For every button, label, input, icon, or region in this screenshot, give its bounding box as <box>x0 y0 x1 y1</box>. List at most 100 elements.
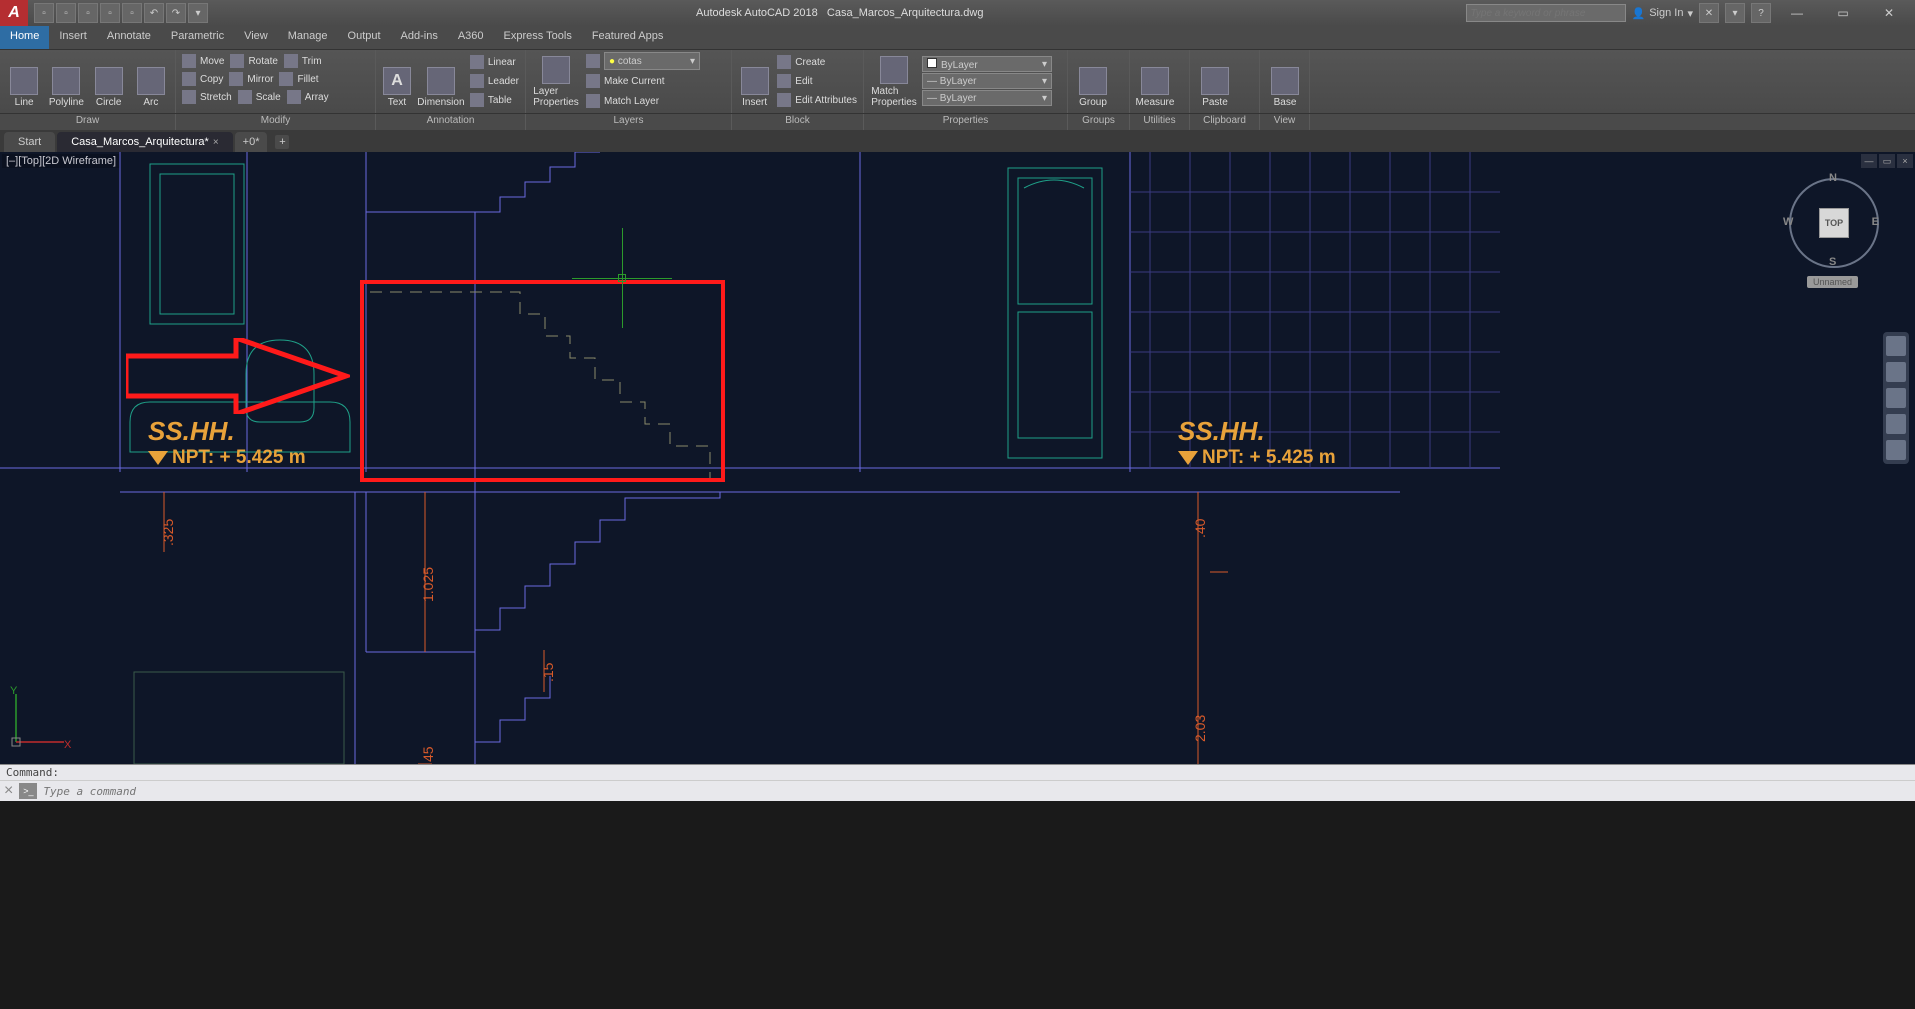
layers-icon <box>542 56 570 84</box>
viewcube-n[interactable]: N <box>1829 172 1837 184</box>
tab-manage[interactable]: Manage <box>278 26 338 49</box>
vp-maximize-icon[interactable]: ▭ <box>1879 154 1895 168</box>
color-dropdown[interactable]: ByLayer▾ <box>922 56 1052 72</box>
base-button[interactable]: Base <box>1264 52 1306 110</box>
search-input[interactable] <box>1466 4 1626 22</box>
array-button[interactable]: Array <box>285 88 331 106</box>
tab-a360[interactable]: A360 <box>448 26 494 49</box>
drawing-area[interactable]: [–][Top][2D Wireframe] — ▭ × <box>0 152 1915 764</box>
edit-block-button[interactable]: Edit <box>775 72 859 90</box>
tab-featured-apps[interactable]: Featured Apps <box>582 26 674 49</box>
maximize-button[interactable]: ▭ <box>1823 3 1863 23</box>
cart-icon[interactable]: ▾ <box>1725 3 1745 23</box>
qat-open-icon[interactable]: ▫ <box>56 3 76 23</box>
qat-plot-icon[interactable]: ▫ <box>122 3 142 23</box>
trim-button[interactable]: Trim <box>282 52 324 70</box>
orbit-icon[interactable] <box>1886 414 1906 434</box>
line-button[interactable]: Line <box>4 52 44 110</box>
steering-wheel-icon[interactable] <box>1886 336 1906 356</box>
stretch-button[interactable]: Stretch <box>180 88 234 106</box>
viewcube[interactable]: TOP N S E W Unnamed <box>1781 170 1881 270</box>
linear-button[interactable]: Linear <box>468 53 521 71</box>
match-properties-button[interactable]: MatchProperties <box>868 52 920 110</box>
tab-express-tools[interactable]: Express Tools <box>494 26 582 49</box>
quick-access-toolbar: ▫ ▫ ▫ ▫ ▫ ↶ ↷ ▾ <box>28 3 214 23</box>
viewcube-w[interactable]: W <box>1783 216 1793 228</box>
text-button[interactable]: AText <box>380 52 414 110</box>
fillet-icon <box>279 72 293 86</box>
filetab-start[interactable]: Start <box>4 132 55 152</box>
command-close-icon[interactable]: × <box>4 782 13 800</box>
qat-more-icon[interactable]: ▾ <box>188 3 208 23</box>
linetype-dropdown[interactable]: — ByLayer▾ <box>922 90 1052 106</box>
copy-button[interactable]: Copy <box>180 70 225 88</box>
tab-annotate[interactable]: Annotate <box>97 26 161 49</box>
tab-output[interactable]: Output <box>338 26 391 49</box>
create-block-button[interactable]: Create <box>775 53 859 71</box>
new-tab-button[interactable]: + <box>275 135 289 149</box>
leader-button[interactable]: Leader <box>468 72 521 90</box>
tab-addins[interactable]: Add-ins <box>391 26 448 49</box>
lineweight-dropdown[interactable]: — ByLayer▾ <box>922 73 1052 89</box>
showmotion-icon[interactable] <box>1886 440 1906 460</box>
annotation-rect <box>360 280 725 482</box>
trim-icon <box>284 54 298 68</box>
signin-button[interactable]: 👤 Sign In ▾ <box>1632 7 1693 20</box>
viewcube-s[interactable]: S <box>1829 256 1836 268</box>
tab-parametric[interactable]: Parametric <box>161 26 234 49</box>
move-button[interactable]: Move <box>180 52 226 70</box>
paste-button[interactable]: Paste <box>1194 52 1236 110</box>
dimension-text: .15 <box>540 663 556 682</box>
filetab-extra[interactable]: +0* <box>235 132 268 152</box>
make-current-button[interactable]: Make Current <box>584 72 700 90</box>
tab-insert[interactable]: Insert <box>49 26 97 49</box>
text-icon: A <box>383 67 411 95</box>
linear-icon <box>470 55 484 69</box>
rotate-button[interactable]: Rotate <box>228 52 279 70</box>
qat-undo-icon[interactable]: ↶ <box>144 3 164 23</box>
qat-save-icon[interactable]: ▫ <box>78 3 98 23</box>
insert-button[interactable]: Insert <box>736 52 773 110</box>
match-layer-button[interactable]: Match Layer <box>584 92 700 110</box>
viewcube-e[interactable]: E <box>1872 216 1879 228</box>
measure-button[interactable]: Measure <box>1134 52 1176 110</box>
panel-properties: MatchProperties ByLayer▾ — ByLayer▾ — By… <box>864 50 1068 113</box>
circle-button[interactable]: Circle <box>89 52 129 110</box>
scale-button[interactable]: Scale <box>236 88 283 106</box>
edit-attr-icon <box>777 93 791 107</box>
viewcube-ucs-label[interactable]: Unnamed <box>1807 276 1858 288</box>
vp-minimize-icon[interactable]: — <box>1861 154 1877 168</box>
table-button[interactable]: Table <box>468 91 521 109</box>
app-logo[interactable]: A <box>0 0 28 26</box>
line-icon <box>10 67 38 95</box>
vp-close-icon[interactable]: × <box>1897 154 1913 168</box>
qat-redo-icon[interactable]: ↷ <box>166 3 186 23</box>
close-button[interactable]: ✕ <box>1869 3 1909 23</box>
layer-dropdown[interactable]: ● cotas▾ <box>604 52 700 70</box>
mirror-button[interactable]: Mirror <box>227 70 275 88</box>
ribbon-tabs: Home Insert Annotate Parametric View Man… <box>0 26 1915 50</box>
close-tab-icon[interactable]: × <box>213 137 219 148</box>
layer-state-icon[interactable] <box>584 52 602 70</box>
minimize-button[interactable]: — <box>1777 3 1817 23</box>
tab-view[interactable]: View <box>234 26 278 49</box>
viewcube-top[interactable]: TOP <box>1819 208 1849 238</box>
command-input[interactable] <box>43 785 1911 798</box>
edit-attributes-button[interactable]: Edit Attributes <box>775 91 859 109</box>
qat-saveas-icon[interactable]: ▫ <box>100 3 120 23</box>
dimension-text: 1.025 <box>420 567 436 602</box>
layer-properties-button[interactable]: LayerProperties <box>530 52 582 110</box>
qat-new-icon[interactable]: ▫ <box>34 3 54 23</box>
group-button[interactable]: Group <box>1072 52 1114 110</box>
exchange-icon[interactable]: ✕ <box>1699 3 1719 23</box>
polyline-button[interactable]: Polyline <box>46 52 86 110</box>
tab-home[interactable]: Home <box>0 26 49 49</box>
fillet-button[interactable]: Fillet <box>277 70 320 88</box>
filetab-current[interactable]: Casa_Marcos_Arquitectura*× <box>57 132 232 152</box>
zoom-extents-icon[interactable] <box>1886 388 1906 408</box>
arc-button[interactable]: Arc <box>131 52 171 110</box>
help-icon[interactable]: ? <box>1751 3 1771 23</box>
dimension-button[interactable]: Dimension <box>416 52 466 110</box>
pan-icon[interactable] <box>1886 362 1906 382</box>
panel-modify: MoveRotateTrim CopyMirrorFillet StretchS… <box>176 50 376 113</box>
